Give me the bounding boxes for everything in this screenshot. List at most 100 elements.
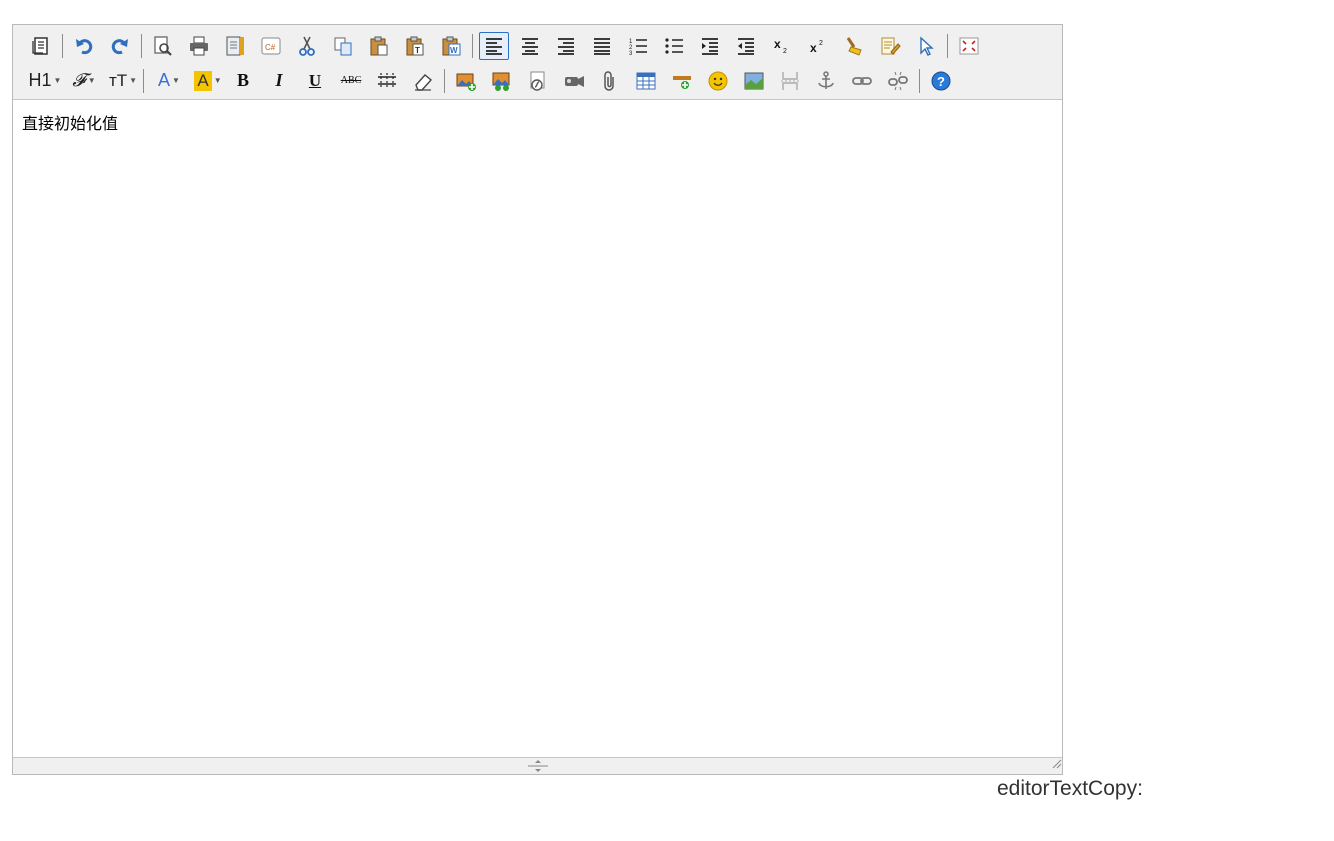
link-button[interactable] xyxy=(847,67,877,95)
template-icon xyxy=(226,36,244,55)
italic-label: I xyxy=(275,70,283,90)
heading-dropdown[interactable]: H1 ▼ xyxy=(26,67,64,95)
eraser-icon xyxy=(415,73,433,91)
line-height-button[interactable] xyxy=(372,67,402,95)
fullscreen-button[interactable] xyxy=(954,32,984,60)
heading-label: H1 xyxy=(28,70,52,90)
remove-format-button[interactable] xyxy=(408,67,438,95)
indent-button[interactable] xyxy=(695,32,725,60)
multi-image-button[interactable] xyxy=(487,67,517,95)
chevron-down-icon: ▼ xyxy=(87,76,96,85)
image-add-icon xyxy=(456,73,476,91)
map-button[interactable] xyxy=(739,67,769,95)
source-button[interactable] xyxy=(26,32,56,60)
align-left-button[interactable] xyxy=(479,31,509,60)
source-icon xyxy=(32,36,48,55)
resize-grip[interactable] xyxy=(1050,756,1062,774)
scale-handle[interactable] xyxy=(527,759,549,778)
unlink-button[interactable] xyxy=(883,67,913,95)
superscript-button[interactable]: x2 xyxy=(803,32,833,60)
horizontal-rule-button[interactable] xyxy=(667,67,697,95)
align-right-icon xyxy=(558,37,574,55)
copy-button[interactable] xyxy=(328,32,358,60)
underline-label: U xyxy=(308,70,322,90)
font-size-dropdown[interactable]: тT ▼ xyxy=(104,67,142,95)
unlink-icon xyxy=(888,71,908,90)
editor-text-copy-label: editorTextCopy: xyxy=(997,777,1143,800)
italic-button[interactable]: I xyxy=(264,67,294,95)
svg-text:?: ? xyxy=(937,74,945,89)
cut-button[interactable] xyxy=(292,32,322,60)
redo-icon xyxy=(111,38,128,54)
align-left-icon xyxy=(486,37,502,55)
paste-word-button[interactable]: W xyxy=(436,32,466,60)
preview-button[interactable] xyxy=(148,32,178,60)
subscript-button[interactable]: x2 xyxy=(767,32,797,60)
media-button[interactable] xyxy=(559,67,589,95)
indent-icon xyxy=(702,37,718,55)
font-color-dropdown[interactable]: A ▼ xyxy=(150,67,188,95)
brush-icon xyxy=(846,36,862,56)
attachment-button[interactable] xyxy=(595,67,625,95)
video-icon xyxy=(565,75,584,87)
anchor-button[interactable] xyxy=(811,67,841,95)
svg-text:x: x xyxy=(810,41,817,55)
redo-button[interactable] xyxy=(105,32,135,60)
print-button[interactable] xyxy=(184,32,214,60)
insert-image-button[interactable] xyxy=(451,67,481,95)
code-icon: C# xyxy=(261,37,281,54)
font-family-label: 𝓕 xyxy=(72,70,86,91)
paste-plain-button[interactable]: T xyxy=(400,32,430,60)
link-icon xyxy=(852,76,872,85)
undo-button[interactable] xyxy=(69,32,99,60)
template-button[interactable] xyxy=(220,32,250,60)
align-justify-button[interactable] xyxy=(587,32,617,60)
help-icon: ? xyxy=(931,71,951,90)
scissors-icon xyxy=(299,36,315,56)
outdent-button[interactable] xyxy=(731,32,761,60)
font-family-dropdown[interactable]: 𝓕 ▼ xyxy=(65,67,103,95)
svg-text:3: 3 xyxy=(629,51,633,57)
format-painter-icon xyxy=(881,37,901,55)
select-all-button[interactable] xyxy=(911,32,941,60)
page-break-button[interactable] xyxy=(775,67,805,95)
table-button[interactable] xyxy=(631,67,661,95)
chevron-down-icon: ▼ xyxy=(129,76,138,85)
printer-icon xyxy=(190,36,208,55)
ordered-list-icon: 123 xyxy=(629,39,647,57)
resize-grip-icon xyxy=(1052,759,1062,769)
format-painter-button[interactable] xyxy=(875,32,905,60)
toolbar-separator xyxy=(919,68,920,93)
strikethrough-button[interactable]: ABC xyxy=(336,67,366,95)
rich-text-editor: C# T W 1 2 3 x 2 x 2 H1 ▼ 𝓕 ▼ тT ▼ A ▼ A… xyxy=(12,24,1063,775)
line-height-icon xyxy=(378,72,396,89)
table-icon xyxy=(636,72,656,89)
strikethrough-label: ABC xyxy=(340,75,362,86)
paperclip-icon xyxy=(604,70,614,91)
ordered-list-button[interactable]: 123 xyxy=(623,32,653,60)
font-size-label: тT xyxy=(108,70,128,90)
font-color-label: A xyxy=(158,70,171,90)
flash-button[interactable] xyxy=(523,67,553,95)
insert-code-button[interactable]: C# xyxy=(256,32,286,60)
chevron-down-icon: ▼ xyxy=(213,76,222,85)
underline-button[interactable]: U xyxy=(300,67,330,95)
emoticon-button[interactable] xyxy=(703,67,733,95)
editor-content-area[interactable]: 直接初始化值 xyxy=(13,100,1062,758)
unordered-list-icon xyxy=(665,37,683,54)
toolbar-separator xyxy=(444,68,445,93)
bold-button[interactable]: B xyxy=(228,67,258,95)
highlight-color-dropdown[interactable]: A ▼ xyxy=(189,67,227,95)
svg-text:2: 2 xyxy=(783,48,787,55)
align-center-button[interactable] xyxy=(515,32,545,60)
svg-text:T: T xyxy=(415,46,420,55)
help-button[interactable]: ? xyxy=(926,67,956,95)
editor-statusbar xyxy=(13,757,1062,774)
paste-button[interactable] xyxy=(364,32,394,60)
clear-format-button[interactable] xyxy=(839,32,869,60)
toolbar-separator xyxy=(472,33,473,58)
chevron-down-icon: ▼ xyxy=(172,76,180,85)
unordered-list-button[interactable] xyxy=(659,32,689,60)
align-right-button[interactable] xyxy=(551,32,581,60)
toolbar-separator xyxy=(141,33,142,58)
